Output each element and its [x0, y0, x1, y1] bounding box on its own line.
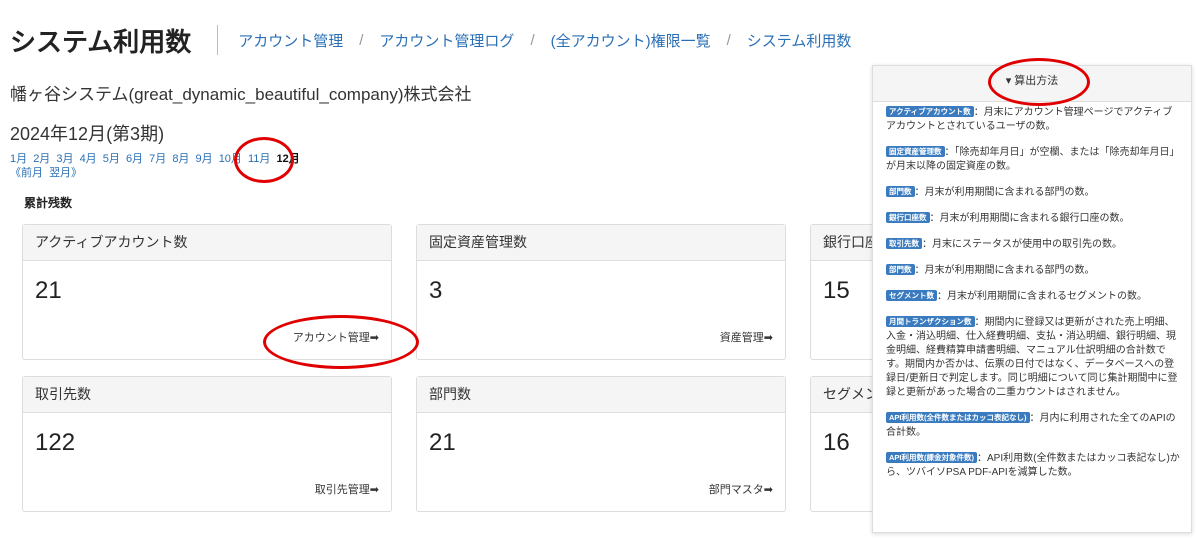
breadcrumb-permission-list[interactable]: (全アカウント)権限一覧 — [551, 30, 711, 51]
definition-badge: 部門数 — [886, 264, 915, 275]
card-title: 固定資産管理数 — [417, 225, 785, 261]
calculation-method-body: アクティブアカウント数 ：月末にアカウント管理ページでアクティブアカウントとされて… — [873, 102, 1191, 480]
card-value: 3 — [429, 277, 443, 304]
highlight-circle — [263, 315, 419, 369]
month-link-9[interactable]: 9月 — [196, 153, 213, 165]
definition-item: 固定資産管理数 ：「除売却年月日」が空欄、または「除売却年月日」が月末以降の固定資… — [886, 146, 1181, 174]
calculation-method-panel: ▾ 算出方法 アクティブアカウント数 ：月末にアカウント管理ページでアクティブアカ… — [872, 65, 1192, 533]
definition-badge: 部門数 — [886, 186, 915, 197]
definition-text: ：期間内に登録又は更新がされた売上明細、入金・消込明細、仕入経費明細、支払・消込… — [886, 317, 1178, 398]
card-value: 21 — [429, 429, 456, 456]
definition-badge: 取引先数 — [886, 238, 922, 249]
definition-badge: API利用数(全件数またはカッコ表記なし) — [886, 412, 1030, 423]
month-link-5[interactable]: 5月 — [103, 153, 120, 165]
breadcrumb-separator: / — [359, 31, 364, 49]
breadcrumb-system-usage[interactable]: システム利用数 — [747, 30, 852, 51]
definition-item: API利用数(課金対象件数) ：API利用数(全件数またはカッコ表記なし)から、ツ… — [886, 452, 1181, 480]
definition-item: API利用数(全件数またはカッコ表記なし) ：月内に利用された全てのAPIの合計数… — [886, 412, 1181, 440]
card-clients: 取引先数 122 取引先管理➡ — [22, 376, 392, 512]
definition-badge: セグメント数 — [886, 290, 937, 301]
client-management-link[interactable]: 取引先管理➡ — [315, 481, 379, 497]
definition-item: アクティブアカウント数 ：月末にアカウント管理ページでアクティブアカウントとされて… — [886, 106, 1181, 134]
card-value: 15 — [823, 277, 850, 304]
period-heading: 2024年12月(第3期) — [10, 124, 165, 144]
breadcrumb-separator: / — [726, 31, 731, 49]
definition-text: ：月末が利用期間に含まれる銀行口座の数。 — [929, 213, 1130, 224]
section-title: 累計残数 — [24, 196, 73, 210]
month-nav: 《前月 翌月》 — [10, 164, 85, 180]
definition-item: 銀行口座数 ：月末が利用期間に含まれる銀行口座の数。 — [886, 212, 1181, 226]
definition-item: 部門数 ：月末が利用期間に含まれる部門の数。 — [886, 186, 1181, 200]
definition-badge: アクティブアカウント数 — [886, 106, 974, 117]
definition-text: ：月末にステータスが使用中の取引先の数。 — [922, 239, 1122, 250]
prev-month-link[interactable]: 《前月 — [10, 167, 43, 179]
breadcrumb-account-log[interactable]: アカウント管理ログ — [379, 30, 514, 51]
card-title: 部門数 — [417, 377, 785, 413]
definition-item: 取引先数 ：月末にステータスが使用中の取引先の数。 — [886, 238, 1181, 252]
highlight-circle — [234, 137, 294, 183]
card-value: 122 — [35, 429, 76, 456]
definition-text: ：月末が利用期間に含まれる部門の数。 — [914, 187, 1095, 198]
breadcrumb: アカウント管理 / アカウント管理ログ / (全アカウント)権限一覧 / システ… — [238, 30, 851, 51]
asset-management-link[interactable]: 資産管理➡ — [720, 329, 773, 345]
card-title: アクティブアカウント数 — [23, 225, 391, 261]
definition-item: 部門数 ：月末が利用期間に含まれる部門の数。 — [886, 264, 1181, 278]
definition-badge: 月間トランザクション数 — [886, 316, 975, 327]
card-value: 21 — [35, 277, 62, 304]
card-departments: 部門数 21 部門マスタ➡ — [416, 376, 786, 512]
highlight-circle — [988, 58, 1090, 106]
definition-badge: API利用数(課金対象件数) — [886, 452, 977, 463]
next-month-link[interactable]: 翌月》 — [49, 167, 82, 179]
month-link-8[interactable]: 8月 — [172, 153, 189, 165]
company-name: 幡ヶ谷システム(great_dynamic_beautiful_company)… — [10, 85, 472, 104]
title-divider — [217, 25, 219, 55]
department-master-link[interactable]: 部門マスタ➡ — [709, 481, 773, 497]
card-value: 16 — [823, 429, 850, 456]
definition-item: セグメント数 ：月末が利用期間に含まれるセグメントの数。 — [886, 290, 1181, 304]
breadcrumb-separator: / — [530, 31, 535, 49]
month-link-7[interactable]: 7月 — [149, 153, 166, 165]
definition-item: 月間トランザクション数 ：期間内に登録又は更新がされた売上明細、入金・消込明細、仕… — [886, 316, 1181, 400]
page-title: システム利用数 — [10, 26, 192, 57]
month-link-6[interactable]: 6月 — [126, 153, 143, 165]
definition-text: ：月末が利用期間に含まれるセグメントの数。 — [937, 291, 1147, 302]
definition-text: ：月末が利用期間に含まれる部門の数。 — [914, 265, 1095, 276]
card-title: 取引先数 — [23, 377, 391, 413]
definition-badge: 固定資産管理数 — [886, 146, 945, 157]
card-fixed-assets: 固定資産管理数 3 資産管理➡ — [416, 224, 786, 360]
page-header: システム利用数 アカウント管理 / アカウント管理ログ / (全アカウント)権限… — [10, 20, 851, 60]
breadcrumb-account-management[interactable]: アカウント管理 — [238, 30, 343, 51]
definition-badge: 銀行口座数 — [886, 212, 930, 223]
